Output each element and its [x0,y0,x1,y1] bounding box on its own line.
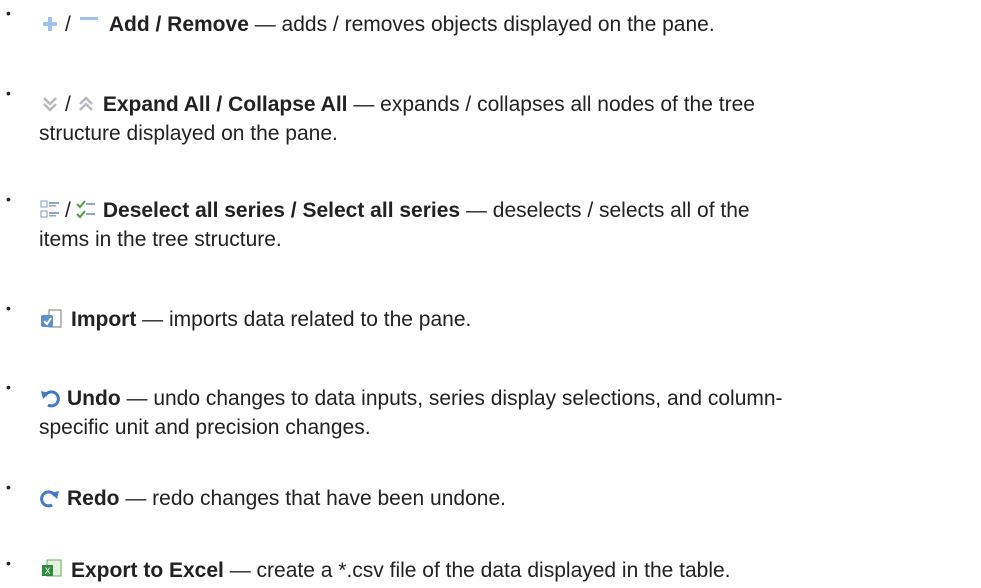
svg-text:X: X [45,567,51,577]
collapse-all-icon [75,93,97,115]
bullet: • [6,85,11,101]
redo-icon [39,487,61,509]
item-description: — redo changes that have been undone. [119,487,506,510]
bullet: • [6,191,11,207]
undo-icon [39,387,61,409]
deselect-all-icon [39,199,61,221]
item-description: — adds / removes objects displayed on th… [248,13,715,36]
excel-export-icon: X [39,559,65,581]
separator: / [65,93,71,116]
item-description: — create a *.csv file of the data displa… [223,559,731,582]
item-title: Redo [67,487,120,510]
remove-icon [75,13,103,35]
item-title: Add / Remove [108,13,249,36]
item-title: Expand All / Collapse All [102,93,348,116]
item-description: — expands / collapses all nodes of the t… [347,93,755,116]
import-icon [39,308,65,330]
item-title: Undo [67,387,121,410]
item-title: Deselect all series / Select all series [102,199,461,222]
bullet: • [6,379,11,395]
item-description-continued: items in the tree structure. [39,228,282,251]
item-description-continued: specific unit and precision changes. [39,416,371,439]
item-description: — undo changes to data inputs, series di… [120,387,783,410]
item-title: Export to Excel [71,559,224,582]
item-title: Import [71,308,137,331]
expand-all-icon [39,93,61,115]
bullet: • [6,300,11,316]
bullet: • [6,555,11,571]
bullet: • [6,479,11,495]
add-icon [39,13,61,35]
item-description-continued: structure displayed on the pane. [39,122,338,145]
separator: / [65,199,71,222]
separator: / [65,13,71,36]
item-description: — imports data related to the pane. [136,308,472,331]
select-all-icon [75,199,97,221]
bullet: • [6,5,11,21]
item-description: — deselects / selects all of the [460,199,750,222]
